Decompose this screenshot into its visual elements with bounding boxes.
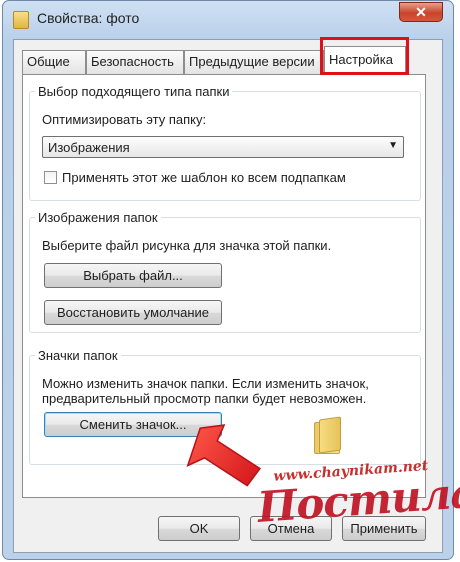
folder-type-select[interactable]: Изображения ▼ <box>42 136 404 158</box>
folder-front-shape <box>319 416 341 454</box>
close-button[interactable]: ✕ <box>399 2 443 22</box>
tab-highlight-frame <box>320 37 409 75</box>
window-title: Свойства: фото <box>37 10 140 26</box>
folder-type-legend: Выбор подходящего типа папки <box>35 84 233 99</box>
folder-icon <box>13 11 29 29</box>
title-bar[interactable]: Свойства: фото ✕ <box>3 1 453 39</box>
folder-pictures-group: Изображения папок Выберите файл рисунка … <box>29 210 421 333</box>
apply-subfolders-checkbox[interactable] <box>44 171 57 184</box>
folder-icons-description-line2: предварительный просмотр папки будет нев… <box>42 391 367 406</box>
folder-pictures-legend: Изображения папок <box>35 210 161 225</box>
folder-icons-legend: Значки папок <box>35 348 121 363</box>
folder-pictures-description: Выберите файл рисунка для значка этой па… <box>42 238 332 253</box>
close-icon: ✕ <box>415 4 427 20</box>
folder-preview-icon <box>314 416 341 454</box>
tab-previous-versions[interactable]: Предыдущие версии <box>184 50 324 74</box>
folder-type-group: Выбор подходящего типа папки Оптимизиров… <box>29 84 421 201</box>
restore-default-button[interactable]: Восстановить умолчание <box>44 300 222 325</box>
ok-button[interactable]: OK <box>158 516 240 541</box>
folder-icons-description-line1: Можно изменить значок папки. Если измени… <box>42 376 369 391</box>
optimize-label: Оптимизировать эту папку: <box>42 112 207 127</box>
folder-type-value: Изображения <box>48 140 130 155</box>
tab-security[interactable]: Безопасность <box>86 50 184 74</box>
tab-general[interactable]: Общие <box>22 50 86 74</box>
chevron-down-icon: ▼ <box>388 140 398 151</box>
choose-file-button[interactable]: Выбрать файл... <box>44 263 222 288</box>
apply-subfolders-label[interactable]: Применять этот же шаблон ко всем подпапк… <box>62 170 346 185</box>
